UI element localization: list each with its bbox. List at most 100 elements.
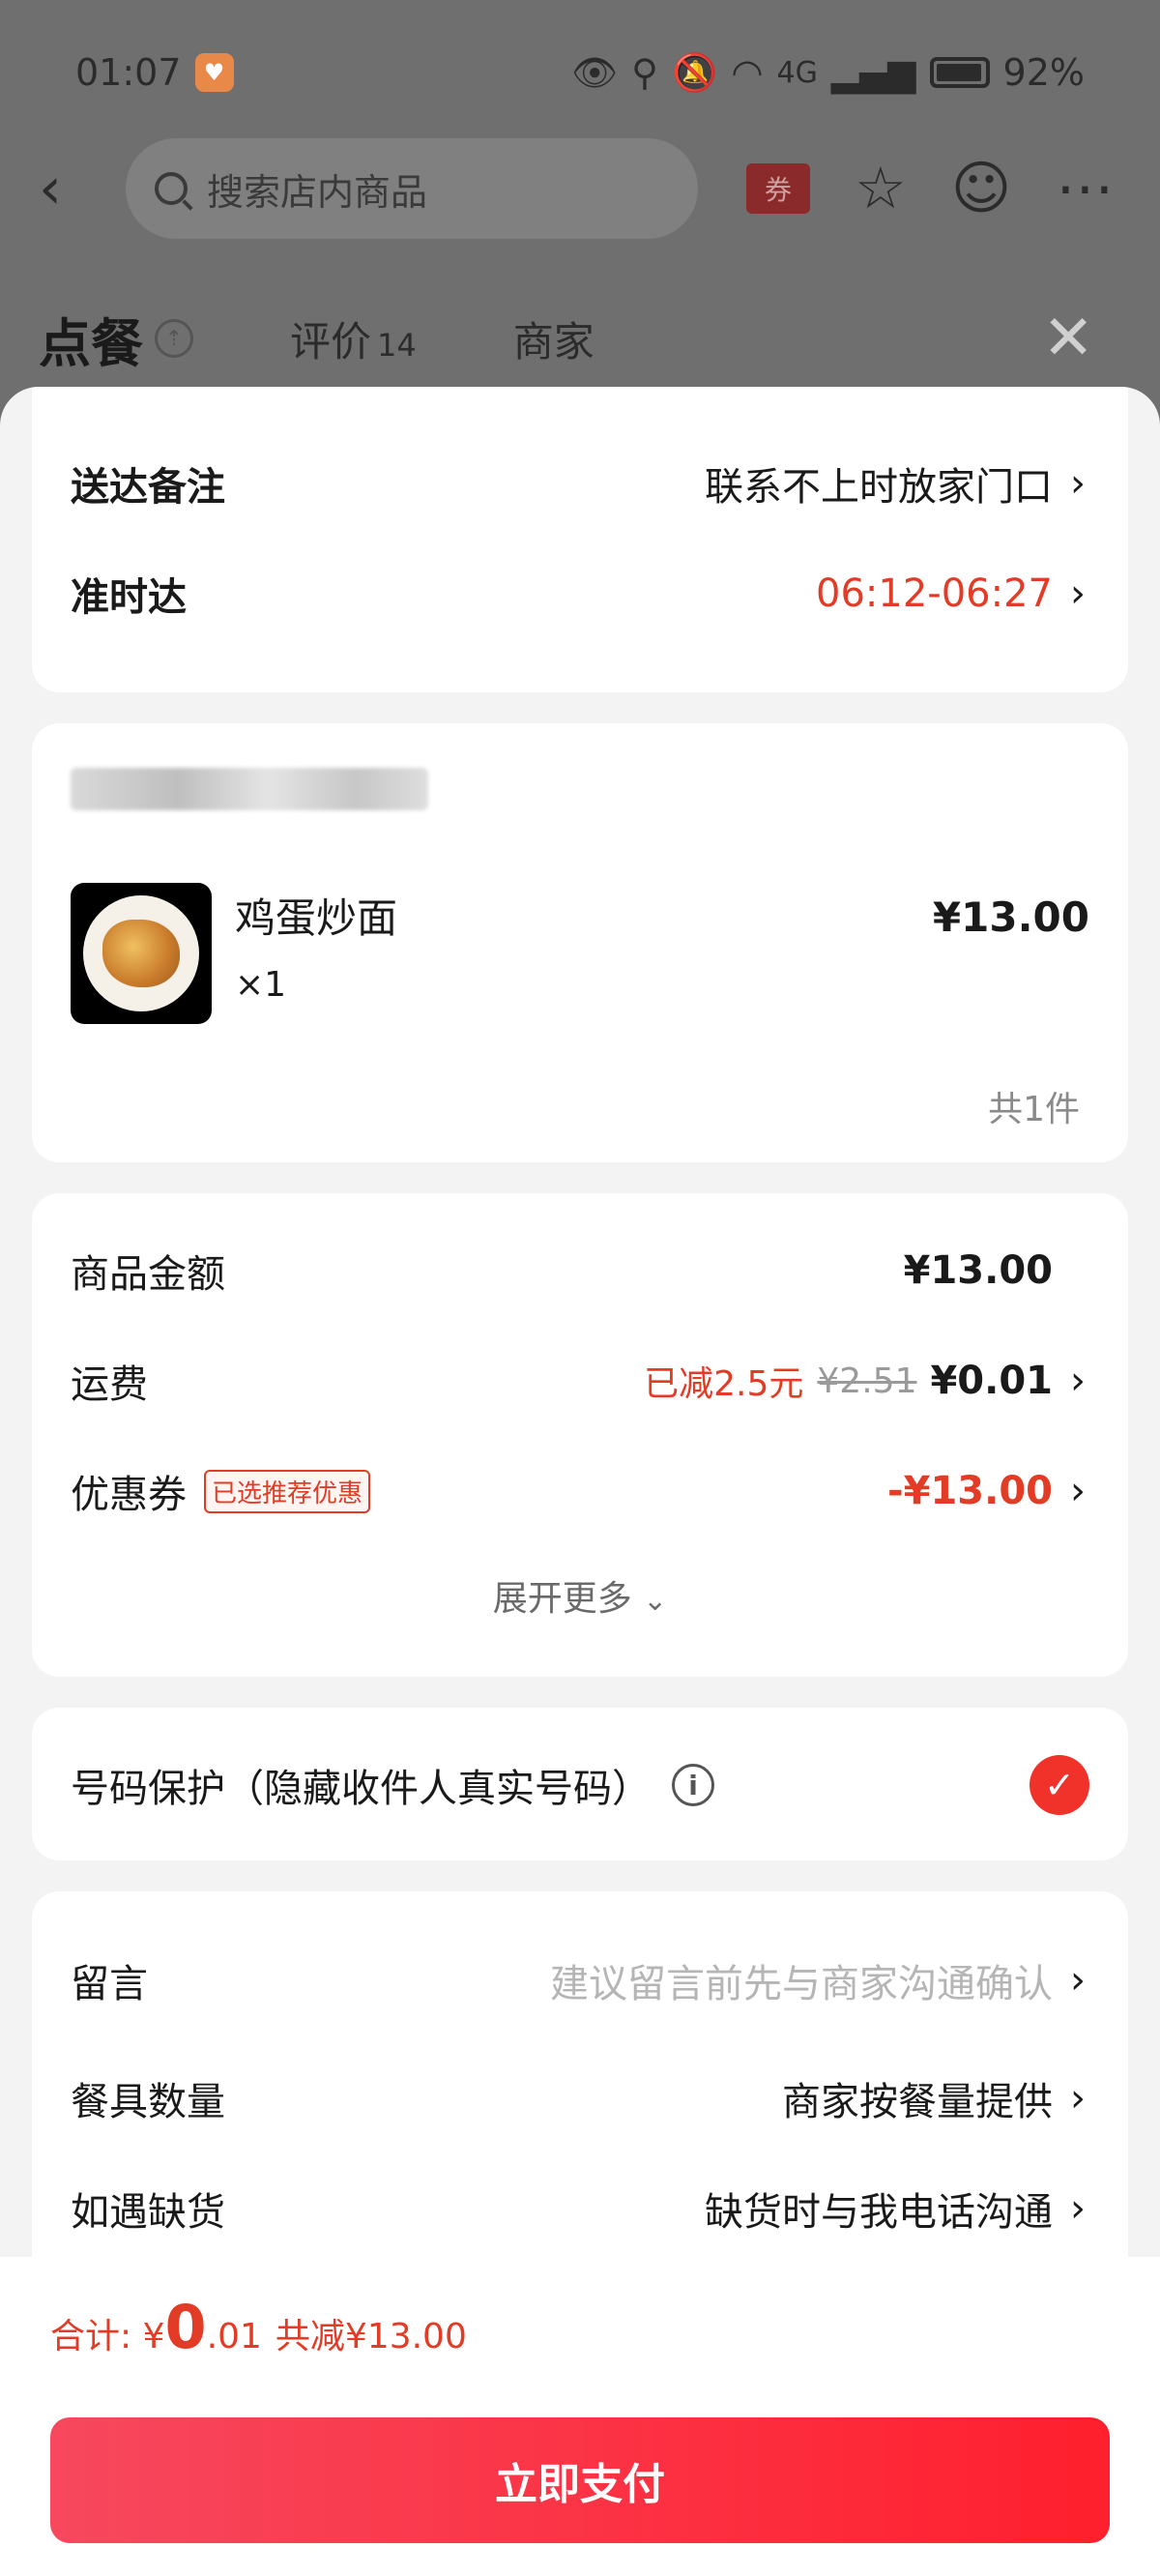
close-icon[interactable]: ✕	[1042, 303, 1094, 374]
status-right: 👁 ⚲ 🔕 ◠ 4G ▂▄▆ 92%	[571, 51, 1085, 95]
coupon-icon[interactable]: 券	[746, 163, 810, 214]
chevron-right-icon: ›	[1070, 1359, 1086, 1403]
store-name-blurred	[71, 768, 428, 810]
status-bar: 01:07 ♥ 👁 ⚲ 🔕 ◠ 4G ▂▄▆ 92%	[0, 0, 1160, 145]
goods-amount-wrap: ¥13.00	[904, 1248, 1053, 1293]
shipping-row[interactable]: 运费 已减2.5元 ¥2.51 ¥0.01 ›	[71, 1352, 1089, 1410]
stockout-value: 缺货时与我电话沟通	[705, 2190, 1053, 2235]
sort-icon: ⇡	[155, 319, 193, 358]
pricing-card: 商品金额 ¥13.00 运费 已减2.5元 ¥2.51 ¥0.01 › 优惠券 …	[32, 1193, 1128, 1677]
ontime-value-wrap: 06:12-06:27 ›	[816, 571, 1089, 616]
privacy-label: 号码保护（隐藏收件人真实号码）	[71, 1767, 651, 1811]
chevron-right-icon: ›	[1070, 571, 1086, 616]
mute-icon: 🔕	[672, 50, 718, 94]
item-total-count: 共1件	[988, 1090, 1080, 1129]
food-image	[102, 920, 180, 987]
ontime-label: 准时达	[71, 575, 187, 620]
coupon-recommend-badge: 已选推荐优惠	[204, 1469, 371, 1513]
order-items-card: 鸡蛋炒面 ×1 ¥13.00 共1件	[32, 723, 1128, 1162]
shipping-wrap: 已减2.5元 ¥2.51 ¥0.01 ›	[644, 1356, 1089, 1406]
shipping-label: 运费	[71, 1362, 148, 1407]
expand-more-label: 展开更多	[492, 1579, 632, 1619]
tab-reviews[interactable]: 评价 14	[290, 309, 417, 368]
ontime-row[interactable]: 准时达 06:12-06:27 ›	[71, 565, 1089, 623]
nav-bar: ‹ 搜索店内商品 券 ☆ ☺ ⋯	[0, 135, 1160, 242]
message-wrap: 建议留言前先与商家沟通确认 ›	[550, 1952, 1089, 2008]
pay-now-button[interactable]: 立即支付	[50, 2417, 1110, 2543]
chevron-right-icon: ›	[1070, 461, 1086, 506]
plate-image	[83, 895, 199, 1011]
more-icon[interactable]: ⋯	[1056, 155, 1114, 222]
shipping-value: ¥0.01	[930, 1359, 1053, 1403]
shipping-original: ¥2.51	[817, 1361, 917, 1401]
item-qty: ×1	[235, 965, 287, 1005]
delivery-note-row[interactable]: 送达备注 联系不上时放家门口 ›	[71, 454, 1089, 512]
chevron-right-icon: ›	[1070, 2076, 1086, 2121]
delivery-note-value: 联系不上时放家门口	[705, 465, 1053, 510]
dish-image	[71, 883, 212, 1024]
coupon-label: 优惠券	[71, 1473, 187, 1517]
tableware-row[interactable]: 餐具数量 商家按餐量提供 ›	[71, 2067, 1089, 2129]
total-saved: 共减¥13.00	[275, 2317, 467, 2356]
message-label: 留言	[71, 1962, 148, 2006]
location-icon: ⚲	[631, 51, 659, 94]
chevron-right-icon: ›	[1070, 1469, 1086, 1513]
coupon-wrap: -¥13.00 ›	[887, 1469, 1089, 1513]
order-sheet: 送达备注 联系不上时放家门口 › 准时达 06:12-06:27 › 鸡蛋炒面 …	[0, 387, 1160, 2576]
chevron-down-icon: ⌄	[643, 1584, 668, 1618]
wifi-icon: ◠	[731, 51, 764, 94]
total-integer: 0	[164, 2292, 207, 2362]
chat-icon[interactable]: ☺	[951, 155, 1012, 222]
privacy-row[interactable]: 号码保护（隐藏收件人真实号码） i ✓	[71, 1754, 1089, 1816]
delivery-card: 送达备注 联系不上时放家门口 › 准时达 06:12-06:27 ›	[32, 387, 1128, 692]
message-row[interactable]: 留言 建议留言前先与商家沟通确认 ›	[71, 1949, 1089, 2011]
stockout-wrap: 缺货时与我电话沟通 ›	[705, 2181, 1089, 2237]
star-icon[interactable]: ☆	[855, 155, 907, 222]
status-time: 01:07	[75, 51, 182, 94]
privacy-check-wrap: ✓	[1030, 1755, 1089, 1815]
coupon-row[interactable]: 优惠券 已选推荐优惠 -¥13.00 ›	[71, 1462, 1089, 1520]
tab-order[interactable]: 点餐	[39, 301, 143, 377]
checkout-footer: 合计: ¥ 0 .01 共减¥13.00 立即支付	[0, 2257, 1160, 2576]
privacy-card: 号码保护（隐藏收件人真实号码） i ✓	[32, 1708, 1128, 1860]
expand-more-button[interactable]: 展开更多 ⌄	[32, 1570, 1128, 1621]
goods-amount-label: 商品金额	[71, 1252, 225, 1297]
tableware-label: 餐具数量	[71, 2080, 225, 2124]
item-name: 鸡蛋炒面	[235, 894, 398, 942]
info-icon[interactable]: i	[672, 1764, 714, 1806]
search-icon	[155, 172, 188, 205]
item-price: ¥13.00	[932, 893, 1089, 941]
battery-level: 92%	[1002, 51, 1085, 94]
chevron-right-icon: ›	[1070, 2186, 1086, 2231]
extras-card: 留言 建议留言前先与商家沟通确认 › 餐具数量 商家按餐量提供 › 如遇缺货 缺…	[32, 1891, 1128, 2298]
delivery-note-value-wrap: 联系不上时放家门口 ›	[705, 455, 1089, 512]
message-placeholder: 建议留言前先与商家沟通确认	[550, 1962, 1053, 2006]
goods-amount-row: 商品金额 ¥13.00	[71, 1242, 1089, 1300]
tab-merchant[interactable]: 商家	[513, 309, 594, 368]
network-label: 4G	[776, 55, 818, 90]
stockout-row[interactable]: 如遇缺货 缺货时与我电话沟通 ›	[71, 2178, 1089, 2239]
chevron-right-icon: ›	[1070, 1958, 1086, 2003]
tableware-value: 商家按餐量提供	[782, 2080, 1053, 2124]
total-summary: 合计: ¥ 0 .01 共减¥13.00	[50, 2292, 467, 2362]
back-icon[interactable]: ‹	[39, 155, 106, 222]
battery-icon	[929, 57, 990, 88]
coupon-value: -¥13.00	[887, 1469, 1053, 1513]
total-prefix: 合计: ¥	[50, 2317, 165, 2356]
delivery-note-label: 送达备注	[71, 465, 225, 510]
eye-icon: 👁	[570, 50, 619, 94]
tableware-wrap: 商家按餐量提供 ›	[782, 2070, 1089, 2126]
tab-reviews-label: 评价	[290, 317, 372, 366]
search-input[interactable]: 搜索店内商品	[126, 138, 698, 239]
total-decimal: .01	[206, 2317, 262, 2356]
tab-reviews-count: 14	[377, 326, 417, 364]
goods-amount-value: ¥13.00	[903, 1248, 1053, 1293]
ontime-value: 06:12-06:27	[816, 571, 1053, 616]
signal-icon: ▂▄▆	[830, 51, 916, 94]
app-notification-icon: ♥	[194, 53, 234, 92]
search-placeholder: 搜索店内商品	[207, 170, 428, 214]
stockout-label: 如遇缺货	[71, 2190, 225, 2235]
privacy-checkbox[interactable]: ✓	[1030, 1755, 1089, 1815]
tab-bar: 点餐 ⇡ 评价 14 商家 ✕	[0, 290, 1160, 387]
shipping-discount: 已减2.5元	[644, 1364, 804, 1404]
